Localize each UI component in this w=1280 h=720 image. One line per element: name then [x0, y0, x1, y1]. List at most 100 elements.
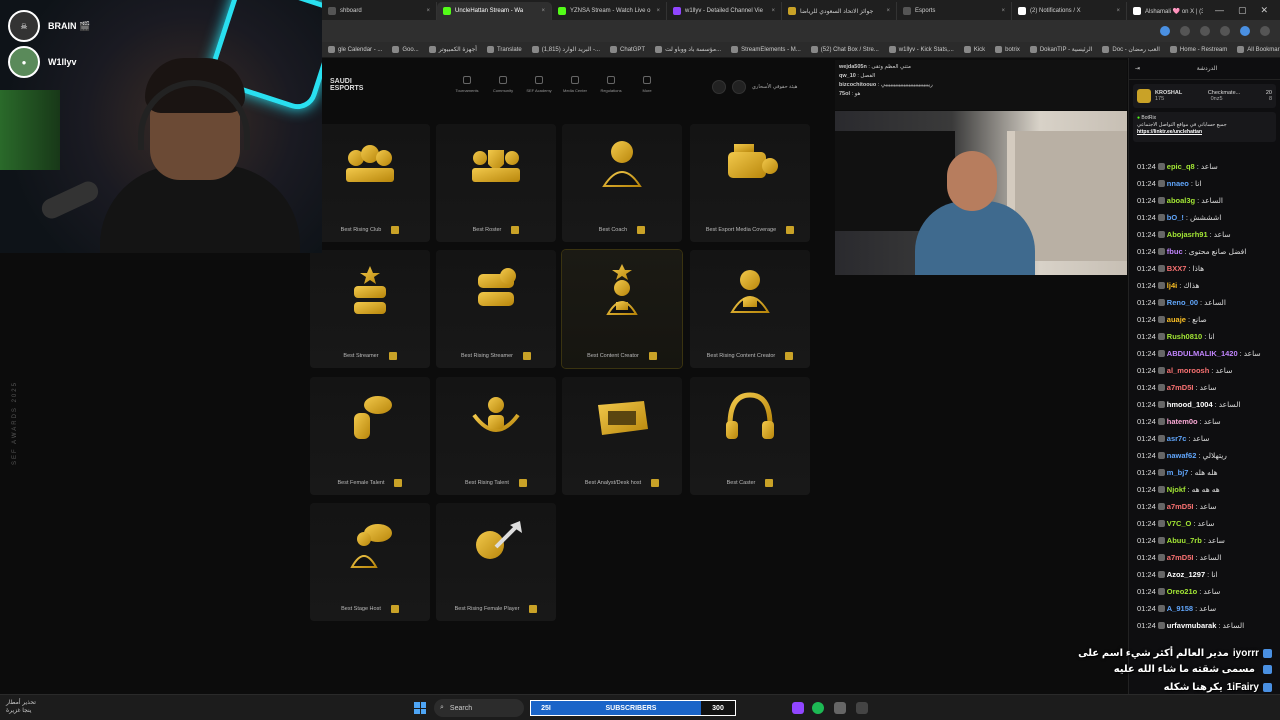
chat-username[interactable]: ABDULMALIK_1420 — [1167, 349, 1238, 358]
chat-username[interactable]: A_9158 — [1167, 604, 1193, 613]
bookmark-item[interactable]: (52) Chat Box / Stre... — [810, 46, 879, 53]
vote-icon[interactable] — [765, 479, 774, 487]
tab-close-icon[interactable]: × — [1001, 8, 1005, 14]
nav-sef-academy[interactable]: SEF Academy — [524, 76, 554, 93]
extension-icon[interactable] — [1160, 26, 1170, 36]
extensions-icon[interactable] — [1220, 26, 1230, 36]
award-card[interactable]: Best Rising Content Creator — [690, 250, 810, 368]
award-card[interactable]: Best Roster — [436, 124, 556, 242]
account-icon[interactable] — [732, 80, 746, 94]
award-card[interactable]: Best Coach — [562, 124, 682, 242]
zoom-icon[interactable] — [1180, 26, 1190, 36]
vote-icon[interactable] — [522, 352, 531, 360]
tab-close-icon[interactable]: × — [426, 8, 430, 14]
taskbar-search[interactable]: ⌕ Search — [434, 699, 524, 717]
bookmark-item[interactable]: أجهزة الكمبيوتر — [428, 46, 477, 53]
app-icon[interactable] — [834, 702, 846, 714]
award-card[interactable]: Best Caster — [690, 377, 810, 495]
chat-username[interactable]: a7mD5I — [1167, 553, 1194, 562]
award-card[interactable]: Best Analyst/Desk host — [562, 377, 682, 495]
award-card[interactable]: Best Stage Host — [310, 503, 430, 621]
chat-username[interactable]: nnaeo — [1167, 179, 1189, 188]
chat-username[interactable]: BXX7 — [1167, 264, 1187, 273]
chat-username[interactable]: epic_q8 — [1167, 162, 1195, 171]
vote-icon[interactable] — [394, 479, 403, 487]
award-card[interactable]: Best Rising Club — [310, 124, 430, 242]
bookmark-item[interactable]: Translate — [486, 46, 522, 53]
tab-2[interactable]: YZNSA Stream - Watch Live o × — [552, 2, 667, 20]
chat-username[interactable]: Oreo21o — [1167, 587, 1197, 596]
bookmark-item[interactable]: مؤسسة باد ووباو لت... — [655, 46, 721, 53]
bookmark-item[interactable]: Doc - العب رمضان — [1102, 46, 1160, 53]
chat-username[interactable]: bO_! — [1167, 213, 1184, 222]
tab-close-icon[interactable]: × — [886, 8, 890, 14]
close-icon[interactable]: ✕ — [1260, 5, 1268, 16]
vote-icon[interactable] — [511, 226, 520, 234]
award-card[interactable]: Best Rising Female Player — [436, 503, 556, 621]
chat-sponsor-banner[interactable]: KROSHAL Checkmate... 20 175 0nz5 8 — [1133, 84, 1276, 108]
chat-username[interactable]: Abojasrh91 — [1167, 230, 1208, 239]
chat-username[interactable]: V7C_O — [1167, 519, 1192, 528]
profile-avatar-icon[interactable] — [1240, 26, 1250, 36]
award-card[interactable]: Best Content Creator — [562, 250, 682, 368]
vote-icon[interactable] — [518, 479, 527, 487]
chat-username[interactable]: urfavmubarak — [1167, 621, 1217, 630]
chat-username[interactable]: auaje — [1167, 315, 1186, 324]
spotify-icon[interactable] — [812, 702, 824, 714]
vote-icon[interactable] — [529, 605, 538, 613]
tab-close-icon[interactable]: × — [771, 8, 775, 14]
bookmark-item[interactable]: البريد الوارد (1,815) -... — [531, 46, 600, 53]
tab-1[interactable]: UncleHattan Stream - Wa × — [437, 2, 552, 20]
award-card[interactable]: Best Esport Media Coverage — [690, 124, 810, 242]
chat-username[interactable]: hmood_1004 — [1167, 400, 1213, 409]
vote-icon[interactable] — [651, 479, 660, 487]
twitch-icon[interactable] — [792, 702, 804, 714]
currency-icon[interactable] — [712, 80, 726, 94]
tab-3[interactable]: w1llyv - Detailed Channel Vie × — [667, 2, 782, 20]
chat-username[interactable]: Abuu_7rb — [1167, 536, 1202, 545]
nav-community[interactable]: Community — [488, 76, 518, 93]
menu-icon[interactable] — [1260, 26, 1270, 36]
vote-icon[interactable] — [390, 605, 399, 613]
vote-icon[interactable] — [388, 352, 397, 360]
chat-username[interactable]: fbuc — [1167, 247, 1183, 256]
chat-username[interactable]: Rush0810 — [1167, 332, 1202, 341]
tab-close-icon[interactable]: × — [541, 8, 545, 14]
bookmark-item[interactable]: ChatGPT — [610, 46, 645, 53]
chat-collapse-icon[interactable]: ⇥ — [1135, 65, 1140, 72]
bookmark-item[interactable]: DokanTIP - الرئيسية — [1029, 46, 1092, 53]
chat-username[interactable]: nawaf62 — [1167, 451, 1197, 460]
tab-6[interactable]: (2) Notifications / X × — [1012, 2, 1127, 20]
chat-username[interactable]: aboal3g — [1167, 196, 1195, 205]
vote-icon[interactable] — [786, 226, 795, 234]
bookmark-item[interactable]: w1llyv - Kick Stats,... — [888, 46, 954, 53]
pinned-link[interactable]: https://linktr.ee/unclehattan — [1137, 129, 1272, 136]
language-label[interactable]: هيئة حقوقي الأسحاري — [752, 84, 797, 90]
bookmark-item[interactable]: StreamElements - M... — [731, 46, 801, 53]
start-button[interactable] — [414, 702, 426, 714]
award-card[interactable]: Best Streamer — [310, 250, 430, 368]
tab-5[interactable]: Esports × — [897, 2, 1012, 20]
app-icon[interactable] — [856, 702, 868, 714]
chat-username[interactable]: Azoz_1297 — [1167, 570, 1205, 579]
tab-0[interactable]: shboard × — [322, 2, 437, 20]
chat-username[interactable]: asr7c — [1167, 434, 1187, 443]
maximize-icon[interactable]: ▢ — [1238, 5, 1247, 16]
bookmark-item[interactable]: gle Calendar - ... — [328, 46, 382, 53]
chat-username[interactable]: m_bj7 — [1167, 468, 1189, 477]
vote-icon[interactable] — [637, 226, 646, 234]
nav-more[interactable]: More — [632, 76, 662, 93]
tab-close-icon[interactable]: × — [1116, 8, 1120, 14]
bookmark-item[interactable]: Goo... — [392, 46, 419, 53]
bookmark-item[interactable]: Home - Restream — [1169, 46, 1227, 53]
chat-username[interactable]: al_moroosh — [1167, 366, 1210, 375]
nav-media-center[interactable]: Media Center — [560, 76, 590, 93]
bookmark-item[interactable]: botrix — [995, 46, 1020, 53]
vote-icon[interactable] — [785, 352, 794, 360]
star-icon[interactable] — [1200, 26, 1210, 36]
chat-username[interactable]: a7mD5I — [1167, 383, 1194, 392]
chat-username[interactable]: lj4i — [1167, 281, 1177, 290]
bookmark-item[interactable]: Kick — [963, 46, 985, 53]
chat-username[interactable]: Njokf — [1167, 485, 1186, 494]
vote-icon[interactable] — [648, 352, 657, 360]
